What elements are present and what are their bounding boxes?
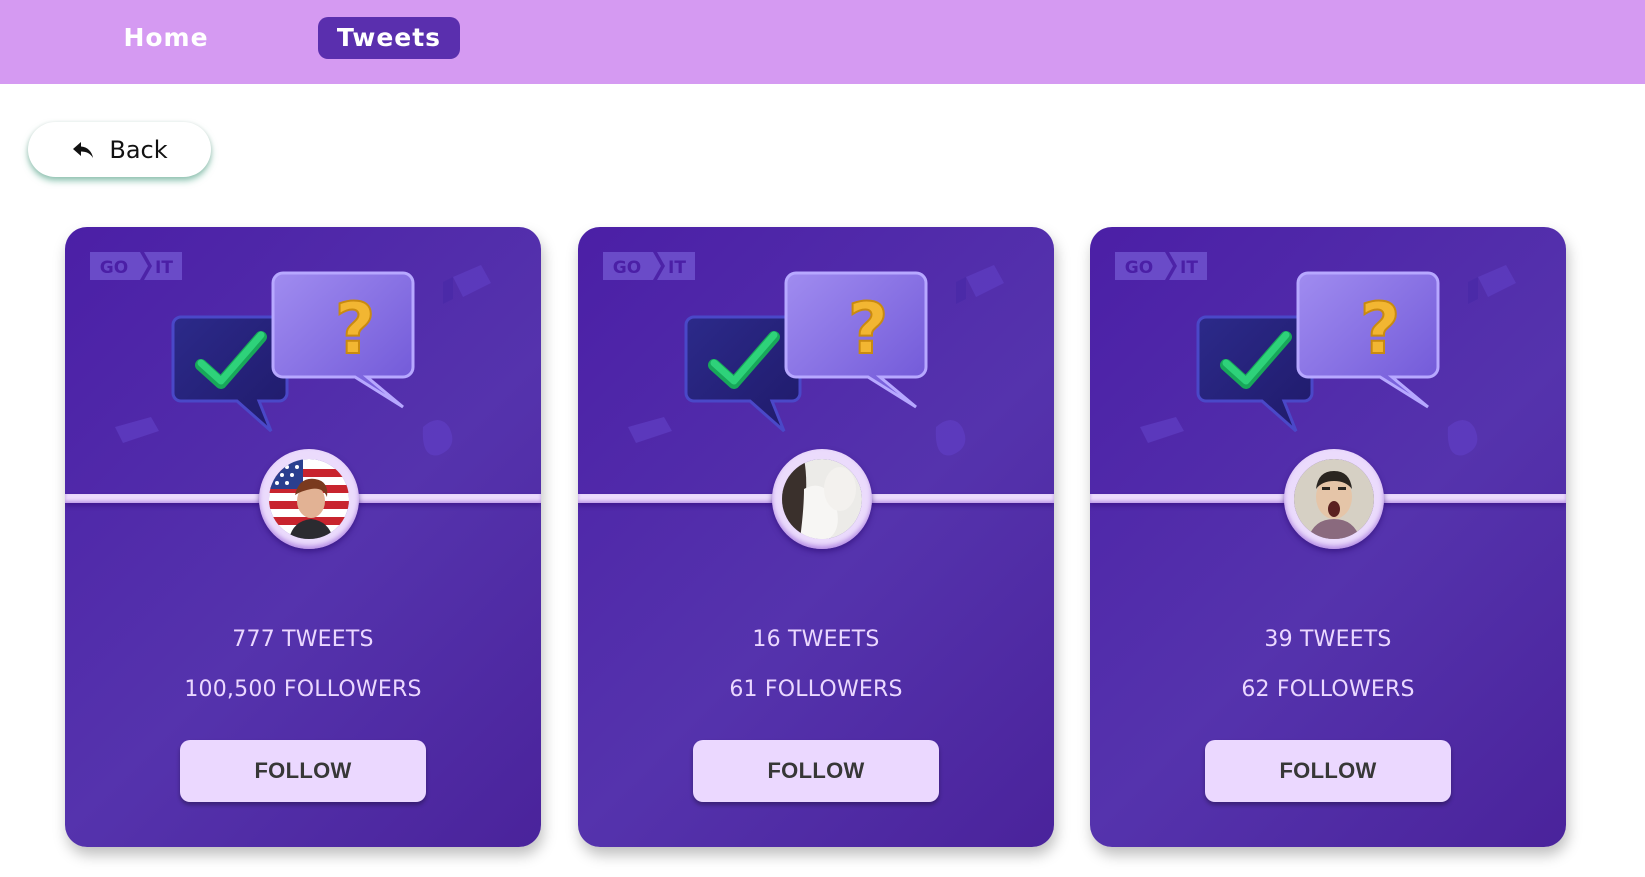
user-card: GO IT 16 TWEETS 61 FOLLOWERS FOLLOW bbox=[578, 227, 1054, 847]
top-navigation: Home Tweets bbox=[0, 0, 1645, 84]
tweets-count: 777 TWEETS bbox=[232, 627, 374, 652]
logo-it-text: IT bbox=[668, 258, 686, 278]
avatar-ring bbox=[772, 449, 872, 549]
avatar-ring bbox=[259, 449, 359, 549]
tweets-count: 39 TWEETS bbox=[1264, 627, 1392, 652]
avatar bbox=[1294, 459, 1374, 539]
logo-it-text: IT bbox=[155, 258, 173, 278]
follow-button[interactable]: FOLLOW bbox=[180, 740, 426, 802]
back-button[interactable]: Back bbox=[28, 122, 211, 177]
tweets-count: 16 TWEETS bbox=[752, 627, 880, 652]
back-button-label: Back bbox=[109, 135, 168, 164]
follow-button[interactable]: FOLLOW bbox=[693, 740, 939, 802]
user-card: GO IT 39 TWEETS 62 FOLLOWERS FOLLOW bbox=[1090, 227, 1566, 847]
goit-logo: GO IT bbox=[90, 252, 182, 280]
avatar bbox=[269, 459, 349, 539]
followers-count: 62 FOLLOWERS bbox=[1241, 677, 1415, 702]
avatar-ring bbox=[1284, 449, 1384, 549]
followers-count: 61 FOLLOWERS bbox=[729, 677, 903, 702]
logo-go-text: GO bbox=[1125, 258, 1153, 278]
nav-home-link[interactable]: Home bbox=[104, 17, 228, 59]
reply-arrow-icon bbox=[73, 141, 94, 158]
nav-tweets-link[interactable]: Tweets bbox=[318, 17, 460, 59]
logo-it-text: IT bbox=[1180, 258, 1198, 278]
goit-logo: GO IT bbox=[603, 252, 695, 280]
logo-go-text: GO bbox=[613, 258, 641, 278]
follow-button[interactable]: FOLLOW bbox=[1205, 740, 1451, 802]
avatar bbox=[782, 459, 862, 539]
logo-go-text: GO bbox=[100, 258, 128, 278]
user-card: GO IT 777 TWEETS 100,500 FOLLOWERS FOLLO… bbox=[65, 227, 541, 847]
followers-count: 100,500 FOLLOWERS bbox=[184, 677, 422, 702]
goit-logo: GO IT bbox=[1115, 252, 1207, 280]
